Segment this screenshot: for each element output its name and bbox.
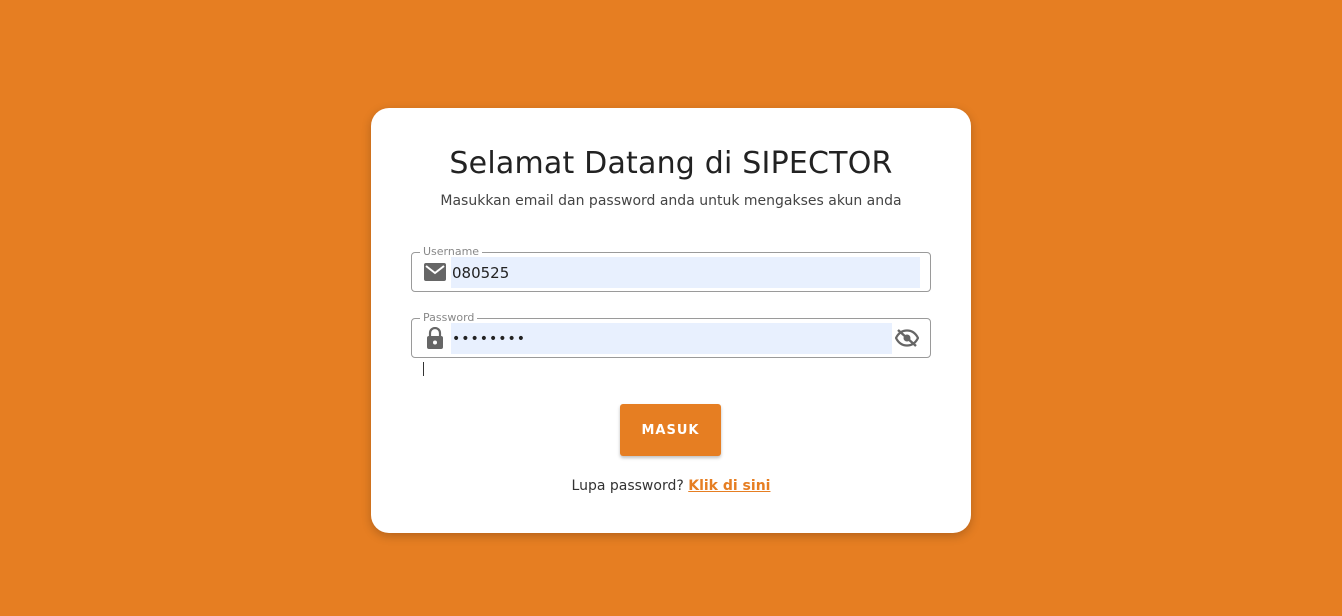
page-subtitle: Masukkan email dan password anda untuk m… [440,193,902,209]
forgot-password: Lupa password? Klik di sini [371,478,971,494]
login-card: Selamat Datang di SIPECTOR Masukkan emai… [371,108,971,533]
text-cursor [423,362,424,376]
username-input[interactable]: 080525 [451,257,920,288]
lock-icon [423,327,447,349]
password-input[interactable]: •••••••• [451,323,892,354]
forgot-password-text: Lupa password? [571,478,684,494]
username-field[interactable]: Username 080525 [411,245,931,292]
email-icon [423,261,447,283]
login-button[interactable]: MASUK [620,404,721,456]
login-page: Selamat Datang di SIPECTOR Masukkan emai… [0,0,1342,616]
password-field[interactable]: Password •••••••• [411,311,931,358]
forgot-password-link[interactable]: Klik di sini [688,478,770,494]
page-title: Selamat Datang di SIPECTOR [449,146,893,181]
eye-off-icon[interactable] [895,327,919,349]
